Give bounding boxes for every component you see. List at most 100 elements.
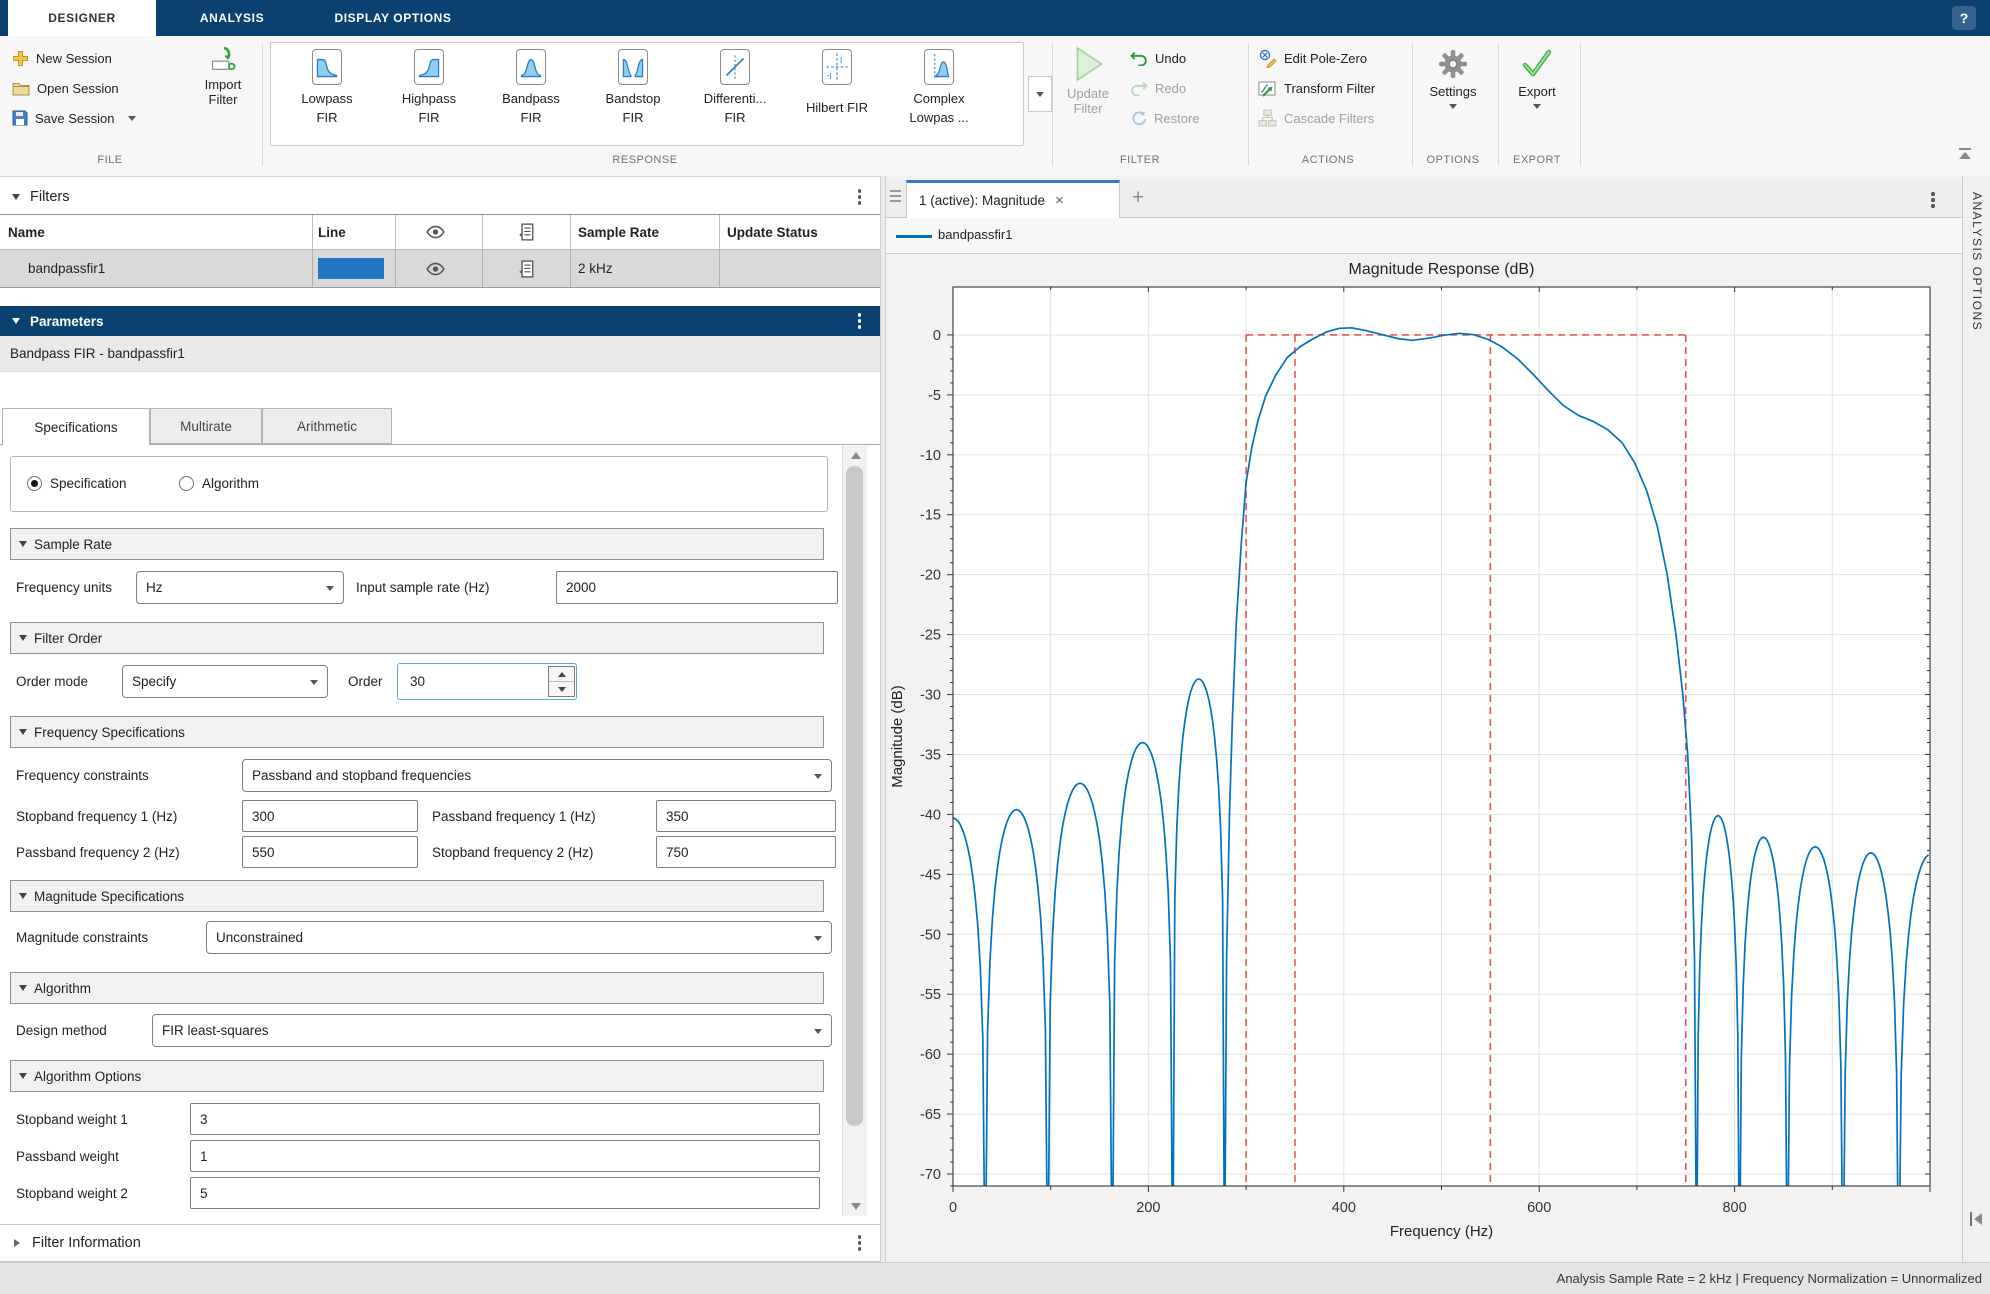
tab-display-options[interactable]: DISPLAY OPTIONS	[308, 0, 478, 36]
scroll-down-icon[interactable]	[851, 1203, 861, 1210]
section-caption-filter: FILTER	[1080, 154, 1200, 166]
analysis-options-strip[interactable]: ANALYSIS OPTIONS	[1962, 176, 1990, 1262]
response-highpass-fir[interactable]: HighpassFIR	[381, 49, 477, 143]
stopband2-label: Stopband frequency 2 (Hz)	[432, 835, 593, 869]
tab-multirate[interactable]: Multirate	[150, 408, 262, 444]
magnitude-response-chart[interactable]: 02004006008000-5-10-15-20-25-30-35-40-45…	[886, 254, 1962, 1262]
save-session-button[interactable]: Save Session	[12, 106, 136, 130]
stopband-weight2-field[interactable]: 5	[190, 1177, 820, 1209]
radio-button-icon	[179, 476, 194, 491]
order-mode-dropdown[interactable]: Specify	[122, 665, 328, 698]
svg-text:-35: -35	[920, 747, 941, 763]
filter-information-menu[interactable]	[855, 1232, 865, 1254]
analysis-tab-menu[interactable]	[1928, 189, 1938, 211]
response-lowpass-fir[interactable]: LowpassFIR	[279, 49, 375, 143]
svg-text:j: j	[839, 54, 842, 64]
restore-button[interactable]: Restore	[1130, 106, 1200, 130]
new-tab-button[interactable]: +	[1132, 187, 1144, 208]
export-dropdown-caret	[1533, 104, 1541, 109]
response-differentiator-fir[interactable]: Differenti...FIR	[687, 49, 783, 143]
radio-specification[interactable]: Specification	[27, 476, 127, 491]
open-session-button[interactable]: Open Session	[12, 76, 119, 100]
svg-text:Magnitude Response (dB): Magnitude Response (dB)	[1349, 261, 1535, 278]
magnitude-tab[interactable]: 1 (active): Magnitude ×	[906, 180, 1120, 218]
transform-filter-button[interactable]: Transform Filter	[1258, 76, 1375, 100]
input-sample-rate-field[interactable]: 2000	[556, 571, 838, 604]
column-header-rate[interactable]: Sample Rate	[578, 215, 659, 249]
section-frequency-specifications[interactable]: Frequency Specifications	[10, 716, 824, 748]
section-magnitude-specifications[interactable]: Magnitude Specifications	[10, 880, 824, 912]
stopband-weight1-field[interactable]: 3	[190, 1103, 820, 1135]
filter-information-header[interactable]: Filter Information	[0, 1224, 880, 1262]
settings-button[interactable]: Settings	[1420, 48, 1486, 109]
update-filter-play-icon	[1070, 44, 1106, 84]
differentiator-icon	[720, 49, 750, 85]
passband1-field[interactable]: 350	[656, 800, 836, 832]
redo-button[interactable]: Redo	[1130, 76, 1186, 100]
column-header-info[interactable]	[518, 215, 534, 249]
row-visibility-toggle[interactable]	[426, 250, 445, 287]
stopband2-field[interactable]: 750	[656, 836, 836, 868]
complex-lowpass-icon	[924, 49, 954, 85]
order-spinner[interactable]	[548, 666, 575, 697]
cascade-filters-button[interactable]: Cascade Filters	[1258, 106, 1374, 130]
import-filter-button[interactable]: Import Filter	[188, 46, 258, 107]
filter-table-row[interactable]: bandpassfir1 2 kHz	[0, 250, 880, 288]
import-filter-icon	[209, 46, 237, 74]
undo-button[interactable]: Undo	[1130, 46, 1186, 70]
tab-specifications[interactable]: Specifications	[2, 408, 150, 445]
row-info-button[interactable]	[518, 250, 534, 287]
frequency-units-label: Frequency units	[16, 570, 112, 604]
passband-weight-field[interactable]: 1	[190, 1140, 820, 1172]
response-hilbert-fir[interactable]: j-j Hilbert FIR	[789, 49, 885, 143]
collapse-panel-icon[interactable]	[1967, 1210, 1985, 1228]
export-button[interactable]: Export	[1506, 48, 1568, 109]
filters-table-header: Name Line Sample Rate Update Status	[0, 214, 880, 250]
column-header-visibility[interactable]	[426, 215, 445, 249]
gallery-overflow-button[interactable]	[1028, 76, 1052, 112]
undo-icon	[1130, 50, 1148, 66]
close-tab-icon[interactable]: ×	[1055, 192, 1064, 209]
legend-line-sample	[896, 235, 932, 238]
section-sample-rate[interactable]: Sample Rate	[10, 528, 824, 560]
new-session-button[interactable]: New Session	[12, 46, 112, 70]
order-mode-label: Order mode	[16, 664, 88, 698]
filters-panel-header[interactable]: Filters	[0, 180, 880, 214]
update-filter-button[interactable]: Update Filter	[1058, 44, 1118, 116]
frequency-units-dropdown[interactable]: Hz	[136, 571, 344, 604]
parameters-scrollbar[interactable]	[842, 446, 867, 1216]
stopband1-field[interactable]: 300	[242, 800, 418, 832]
section-filter-order[interactable]: Filter Order	[10, 622, 824, 654]
magnitude-constraints-dropdown[interactable]: Unconstrained	[206, 921, 832, 954]
section-algorithm-options[interactable]: Algorithm Options	[10, 1060, 824, 1092]
legend-label[interactable]: bandpassfir1	[938, 227, 1012, 242]
parameters-panel-header[interactable]: Parameters	[0, 306, 880, 336]
response-complex-lowpass[interactable]: ComplexLowpas ...	[891, 49, 987, 143]
column-header-line[interactable]: Line	[318, 215, 346, 249]
scrollbar-thumb[interactable]	[846, 466, 863, 1126]
parameters-panel-menu[interactable]	[855, 310, 865, 332]
section-algorithm[interactable]: Algorithm	[10, 972, 824, 1004]
response-bandpass-fir[interactable]: BandpassFIR	[483, 49, 579, 143]
tab-designer[interactable]: DESIGNER	[8, 0, 156, 36]
column-header-name[interactable]: Name	[8, 215, 45, 249]
scroll-up-icon[interactable]	[851, 452, 861, 459]
line-color-swatch[interactable]	[318, 258, 384, 279]
filters-panel-menu[interactable]	[855, 186, 865, 208]
collapse-ribbon-button[interactable]	[1952, 148, 1978, 168]
svg-text:-40: -40	[920, 807, 941, 823]
tab-analysis[interactable]: ANALYSIS	[156, 0, 308, 36]
design-method-dropdown[interactable]: FIR least-squares	[152, 1014, 832, 1047]
save-session-dropdown-caret[interactable]	[128, 116, 136, 121]
response-bandstop-fir[interactable]: BandstopFIR	[585, 49, 681, 143]
tab-arithmetic[interactable]: Arithmetic	[262, 408, 392, 444]
column-header-status[interactable]: Update Status	[727, 215, 818, 249]
edit-pole-zero-button[interactable]: Edit Pole-Zero	[1258, 46, 1367, 70]
order-field[interactable]: 30	[400, 666, 548, 697]
svg-text:800: 800	[1722, 1200, 1746, 1216]
drag-grip-icon[interactable]	[890, 190, 901, 202]
help-button[interactable]: ?	[1952, 6, 1976, 30]
frequency-constraints-dropdown[interactable]: Passband and stopband frequencies	[242, 759, 832, 792]
passband2-field[interactable]: 550	[242, 836, 418, 868]
radio-algorithm[interactable]: Algorithm	[179, 476, 259, 491]
